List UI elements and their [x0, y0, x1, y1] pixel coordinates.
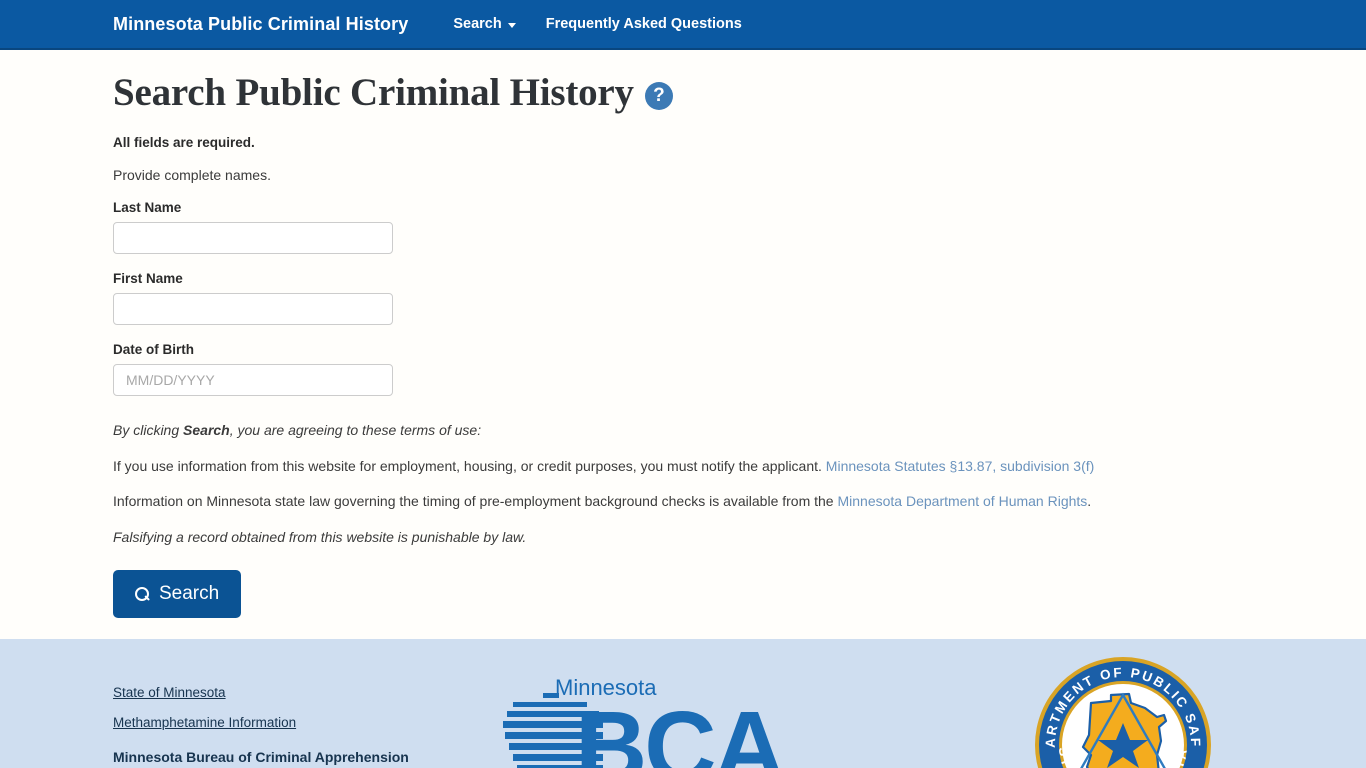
first-name-input[interactable] [113, 293, 393, 325]
footer-address: Minnesota Bureau of Criminal Apprehensio… [113, 747, 503, 768]
dps-seal-logo: DEPARTMENT OF PUBLIC SAFETY STATE OF MIN… [1033, 655, 1211, 768]
last-name-label: Last Name [113, 200, 182, 215]
terms-line-2-text: If you use information from this website… [113, 457, 826, 474]
terms-line-2: If you use information from this website… [113, 458, 1253, 476]
search-button[interactable]: Search [113, 570, 242, 618]
date-of-birth-label: Date of Birth [113, 342, 194, 357]
bca-logo: Minnesota BCA [503, 675, 843, 768]
footer-right-column: DEPARTMENT OF PUBLIC SAFETY STATE OF MIN… [923, 639, 1253, 768]
date-of-birth-input[interactable] [113, 364, 393, 396]
page-title: Search Public Criminal History ? [113, 50, 1253, 115]
terms-line-1-post: , you are agreeing to these terms of use… [229, 422, 482, 438]
terms-line-3: Information on Minnesota state law gover… [113, 493, 1253, 511]
field-group-date-of-birth: Date of Birth [113, 342, 1253, 396]
top-navigation-bar: Minnesota Public Criminal History Search… [0, 0, 1366, 50]
field-group-last-name: Last Name [113, 200, 1253, 254]
page-footer: State of Minnesota Methamphetamine Infor… [0, 639, 1366, 768]
page-title-text: Search Public Criminal History [113, 71, 634, 114]
required-fields-note: All fields are required. [113, 135, 255, 150]
provide-names-note: Provide complete names. [113, 167, 271, 183]
footer-link-state-of-minnesota[interactable]: State of Minnesota [113, 685, 226, 700]
footer-middle-column: Minnesota BCA [503, 639, 923, 768]
terms-line-1-bold: Search [183, 422, 230, 438]
nav-item-search-label: Search [453, 16, 502, 32]
footer-inner: State of Minnesota Methamphetamine Infor… [0, 639, 1366, 768]
terms-line-4: Falsifying a record obtained from this w… [113, 528, 527, 545]
terms-line-3-post: . [1087, 493, 1092, 509]
navbar-links: Search Frequently Asked Questions [438, 16, 756, 32]
terms-of-use-block: By clicking Search, you are agreeing to … [113, 422, 1253, 546]
minnesota-statutes-link[interactable]: Minnesota Statutes §13.87, subdivision 3… [826, 458, 1095, 474]
footer-address-org: Minnesota Bureau of Criminal Apprehensio… [113, 749, 409, 765]
search-button-label: Search [159, 583, 220, 604]
navbar-brand[interactable]: Minnesota Public Criminal History [113, 14, 408, 35]
field-group-first-name: First Name [113, 271, 1253, 325]
terms-line-3-text: Information on Minnesota state law gover… [113, 493, 838, 509]
bca-logo-letters: BCA [575, 691, 786, 768]
terms-line-1: By clicking Search, you are agreeing to … [113, 422, 1253, 440]
chevron-down-icon [507, 22, 516, 28]
footer-link-methamphetamine-information[interactable]: Methamphetamine Information [113, 715, 296, 730]
main-content: Search Public Criminal History ? All fie… [0, 50, 1366, 768]
footer-left-column: State of Minnesota Methamphetamine Infor… [113, 639, 503, 768]
first-name-label: First Name [113, 271, 183, 286]
magnifier-icon [135, 586, 150, 602]
nav-item-search[interactable]: Search [438, 16, 530, 32]
terms-line-1-pre: By clicking [113, 422, 184, 438]
last-name-input[interactable] [113, 222, 393, 254]
human-rights-link[interactable]: Minnesota Department of Human Rights [838, 493, 1088, 509]
question-mark-icon[interactable]: ? [644, 81, 673, 110]
nav-item-faq[interactable]: Frequently Asked Questions [531, 16, 757, 32]
